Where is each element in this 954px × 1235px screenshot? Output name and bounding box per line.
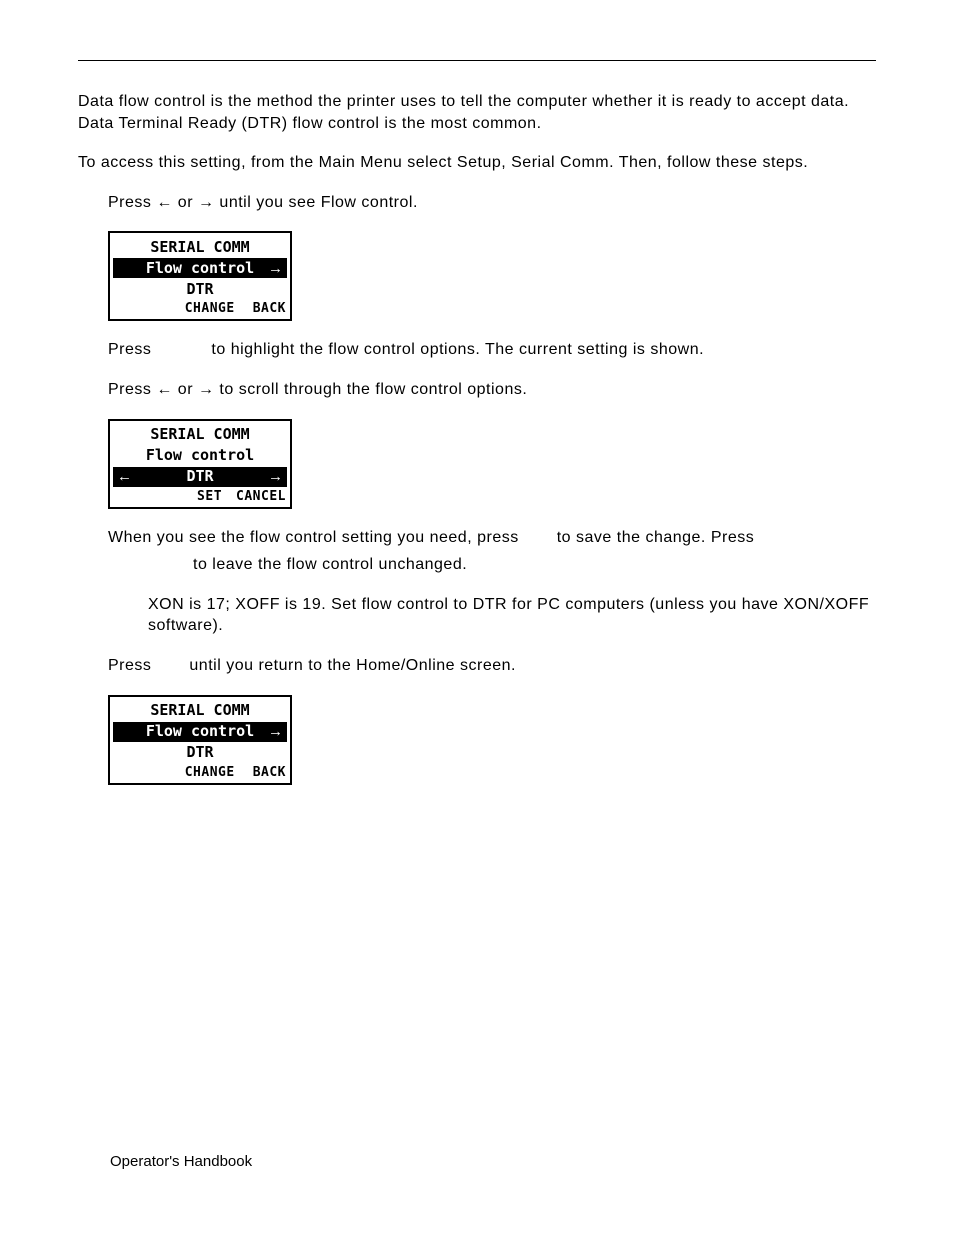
step-2: Press to highlight the flow control optio… xyxy=(108,339,876,361)
lcd-screen-2: SERIAL COMM Flow control ← DTR → SET CAN… xyxy=(108,419,292,509)
step-2-text-b: to highlight the flow control options. T… xyxy=(211,341,704,358)
lcd-title-3: SERIAL COMM xyxy=(113,701,287,721)
note-paragraph: XON is 17; XOFF is 19. Set flow control … xyxy=(148,594,876,637)
step-3: Press ← or → to scroll through the flow … xyxy=(108,379,876,401)
lcd-item-label-3: Flow control xyxy=(146,722,254,742)
right-arrow-glyph-2: → xyxy=(198,381,215,398)
lcd-screen-3: SERIAL COMM → Flow control → DTR CHANGE … xyxy=(108,695,292,785)
step-4-text-a: When you see the flow control setting yo… xyxy=(108,529,519,546)
lcd-buttons: CHANGE BACK xyxy=(110,300,290,318)
step-3-text-a: Press xyxy=(108,381,156,398)
step-1-text-a: Press xyxy=(108,194,156,211)
intro-paragraph-2: To access this setting, from the Main Me… xyxy=(78,152,876,174)
step-5-text-b: until you return to the Home/Online scre… xyxy=(189,657,516,674)
lcd-selected-item-3: → Flow control → xyxy=(113,722,287,742)
lcd-set-button: SET xyxy=(197,489,222,506)
left-arrow-icon: ← xyxy=(117,467,132,487)
lcd-selected-value: ← DTR → xyxy=(113,467,287,487)
lcd-cancel-button: CANCEL xyxy=(236,489,286,506)
lcd-value-3: DTR xyxy=(113,743,287,763)
step-4-line-2: to leave the flow control unchanged. xyxy=(193,554,876,576)
right-arrow-icon-3: → xyxy=(268,722,283,742)
step-5: Press until you return to the Home/Online… xyxy=(108,655,876,677)
lcd-change-button: CHANGE xyxy=(185,301,235,318)
step-3-text-b: or xyxy=(173,381,198,398)
lcd-buttons-2: SET CANCEL xyxy=(110,488,290,506)
lcd-back-button-3: BACK xyxy=(253,765,286,782)
step-1: Press ← or → until you see Flow control. xyxy=(108,192,876,214)
header-rule xyxy=(78,60,876,61)
lcd-change-button-3: CHANGE xyxy=(185,765,235,782)
lcd-title: SERIAL COMM xyxy=(113,237,287,257)
footer-text: Operator's Handbook xyxy=(110,1153,252,1170)
step-1-text-b: or xyxy=(173,194,198,211)
right-arrow-glyph: → xyxy=(198,194,215,211)
left-arrow-glyph: ← xyxy=(156,194,173,211)
left-arrow-glyph-2: ← xyxy=(156,381,173,398)
right-arrow-icon: → xyxy=(268,259,283,279)
step-2-text-a: Press xyxy=(108,341,151,358)
step-5-text-a: Press xyxy=(108,657,151,674)
step-4-text-b: to save the change. Press xyxy=(557,529,755,546)
lcd-item-2: Flow control xyxy=(113,446,287,466)
right-arrow-icon-2: → xyxy=(268,467,283,487)
lcd-selected-item: → Flow control → xyxy=(113,258,287,278)
lcd-screen-1: SERIAL COMM → Flow control → DTR CHANGE … xyxy=(108,231,292,321)
step-4-line-1: When you see the flow control setting yo… xyxy=(108,527,876,549)
lcd-value: DTR xyxy=(113,279,287,299)
step-1-text-c: until you see Flow control. xyxy=(214,194,417,211)
lcd-back-button: BACK xyxy=(253,301,286,318)
lcd-value-label: DTR xyxy=(186,467,213,487)
step-3-text-c: to scroll through the flow control optio… xyxy=(214,381,527,398)
lcd-title-2: SERIAL COMM xyxy=(113,425,287,445)
lcd-item-label: Flow control xyxy=(146,259,254,279)
intro-paragraph-1: Data flow control is the method the prin… xyxy=(78,91,876,134)
lcd-buttons-3: CHANGE BACK xyxy=(110,764,290,782)
